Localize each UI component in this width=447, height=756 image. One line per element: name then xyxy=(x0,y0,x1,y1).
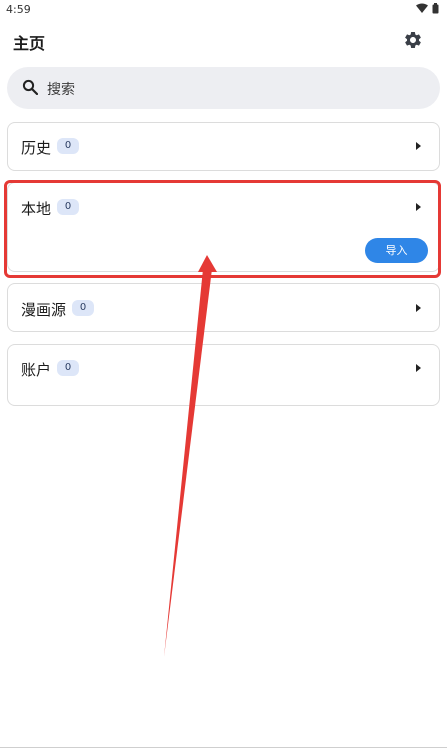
account-count-badge: 0 xyxy=(57,360,79,376)
local-count-badge: 0 xyxy=(57,199,79,215)
chevron-right-icon xyxy=(416,364,421,372)
chevron-right-icon xyxy=(416,304,421,312)
battery-icon xyxy=(432,3,439,14)
history-count-badge: 0 xyxy=(57,138,79,154)
status-bar: 4:59 xyxy=(0,0,447,20)
card-title-history: 历史 xyxy=(21,139,52,157)
search-bar[interactable]: 搜索 xyxy=(7,67,440,109)
card-local[interactable]: 本地 0 导入 xyxy=(7,182,440,272)
search-placeholder: 搜索 xyxy=(47,82,75,98)
card-title-account: 账户 xyxy=(21,361,52,379)
card-comic-sources[interactable]: 漫画源 0 xyxy=(7,283,440,332)
card-title-sources: 漫画源 xyxy=(21,301,67,319)
wifi-icon xyxy=(416,3,428,13)
import-button[interactable]: 导入 xyxy=(365,238,428,263)
page-title: 主页 xyxy=(13,34,46,53)
card-title-local: 本地 xyxy=(21,200,52,218)
app-header: 主页 xyxy=(0,26,447,56)
search-icon xyxy=(22,79,38,95)
card-account[interactable]: 账户 0 xyxy=(7,344,440,406)
gear-icon[interactable] xyxy=(403,30,423,50)
card-history[interactable]: 历史 0 xyxy=(7,122,440,171)
chevron-right-icon xyxy=(416,203,421,211)
bottom-divider xyxy=(0,747,447,748)
status-time: 4:59 xyxy=(6,3,31,16)
sources-count-badge: 0 xyxy=(72,300,94,316)
status-icons xyxy=(416,3,439,14)
chevron-right-icon xyxy=(416,142,421,150)
